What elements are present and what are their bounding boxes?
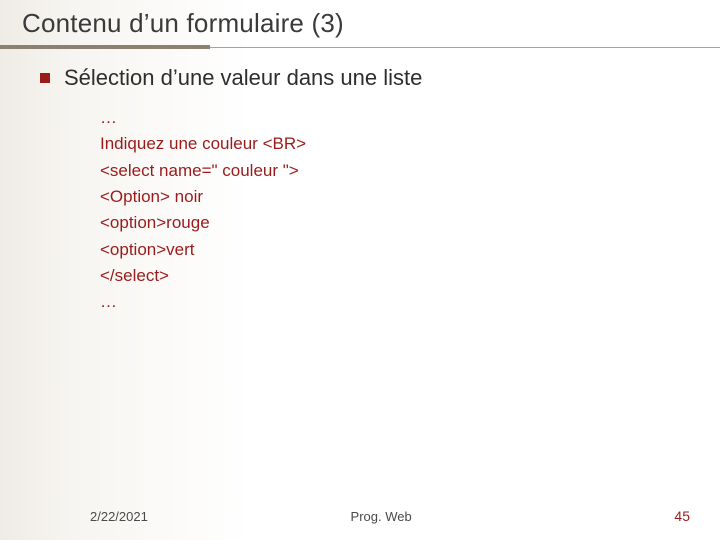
- slide: Contenu d’un formulaire (3) Sélection d’…: [0, 0, 720, 540]
- footer-page-number: 45: [674, 508, 690, 524]
- square-bullet-icon: [40, 73, 50, 83]
- footer-date: 2/22/2021: [90, 509, 148, 524]
- slide-title: Contenu d’un formulaire (3): [22, 8, 698, 43]
- slide-footer: 2/22/2021 Prog. Web 45: [0, 508, 720, 524]
- bullet-text: Sélection d’une valeur dans une liste: [64, 65, 422, 91]
- code-block: … Indiquez une couleur <BR> <select name…: [100, 105, 698, 316]
- bullet-item: Sélection d’une valeur dans une liste: [40, 65, 698, 91]
- footer-course: Prog. Web: [148, 509, 675, 524]
- slide-body: Sélection d’une valeur dans une liste … …: [22, 51, 698, 316]
- title-rule: [22, 45, 698, 51]
